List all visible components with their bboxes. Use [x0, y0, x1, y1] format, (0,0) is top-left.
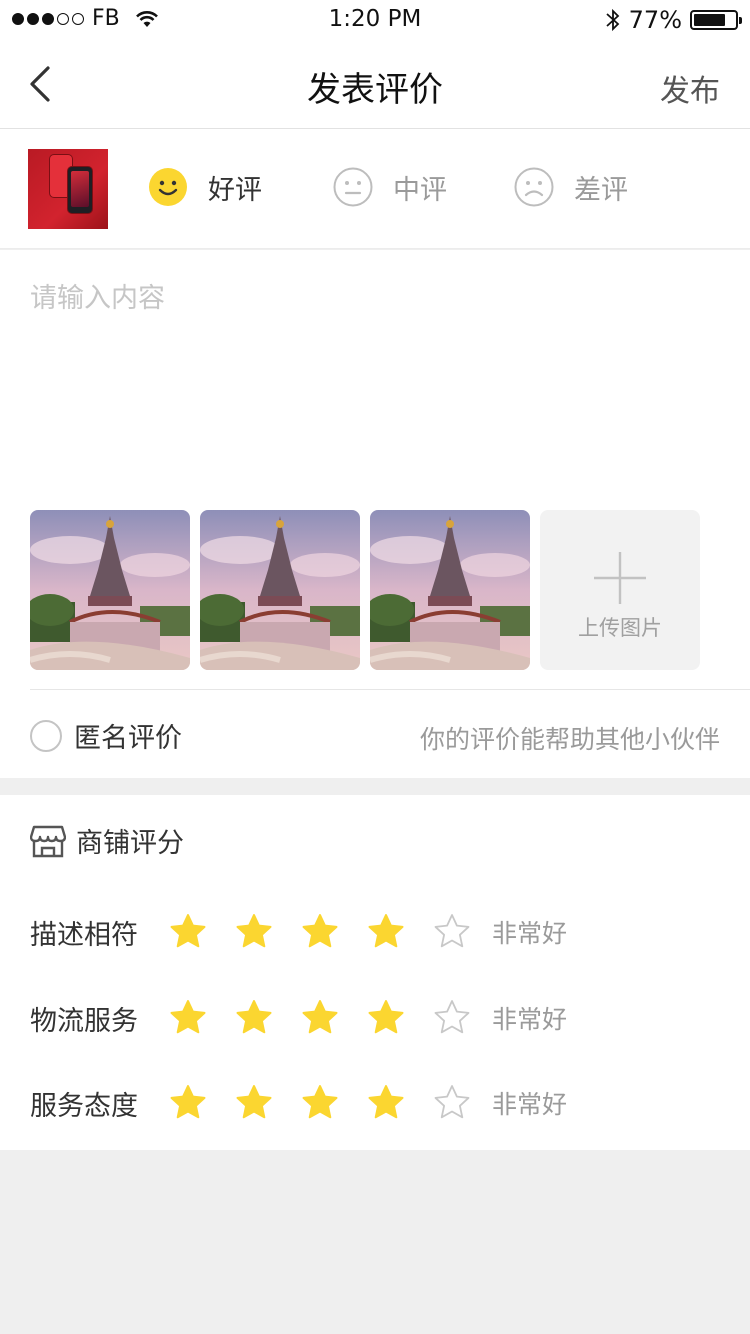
- shop-score-title: 商铺评分: [76, 828, 184, 859]
- star-rating[interactable]: [168, 1083, 472, 1123]
- anonymous-hint: 你的评价能帮助其他小伙伴: [419, 725, 720, 754]
- battery-level: [694, 14, 725, 26]
- nav-bar: 发表评价 发布: [0, 40, 750, 129]
- shop-score-section: 商铺评分 描述相符 非常好 物流服务 非常好 服务态度 非常好: [0, 795, 750, 1150]
- anonymous-radio[interactable]: [30, 719, 62, 752]
- score-row-service: 服务态度 非常好: [30, 1083, 567, 1123]
- star-filled-icon[interactable]: [168, 912, 208, 952]
- photo-list: 上传图片: [30, 510, 700, 670]
- star-filled-icon[interactable]: [234, 912, 274, 952]
- score-label: 描述相符: [30, 919, 138, 951]
- score-row-description: 描述相符 非常好: [30, 912, 567, 952]
- smile-icon: [149, 168, 187, 206]
- star-rating[interactable]: [168, 912, 472, 952]
- pagoda-photo-image: [370, 510, 530, 670]
- star-filled-icon[interactable]: [366, 912, 406, 952]
- star-filled-icon[interactable]: [300, 1083, 340, 1123]
- score-label: 物流服务: [30, 1005, 138, 1037]
- bluetooth-icon: [606, 8, 619, 32]
- pagoda-photo-image: [30, 510, 190, 670]
- rating-bad-label: 差评: [574, 174, 628, 206]
- review-content-section: 上传图片 匿名评价 你的评价能帮助其他小伙伴: [0, 250, 750, 778]
- rating-bad-option[interactable]: 差评: [514, 167, 628, 207]
- upload-photo-button[interactable]: 上传图片: [540, 510, 700, 670]
- product-thumbnail: [28, 149, 108, 229]
- star-filled-icon[interactable]: [366, 1083, 406, 1123]
- star-filled-icon[interactable]: [168, 998, 208, 1038]
- battery-percent: 77%: [628, 6, 682, 34]
- neutral-face-icon: [333, 167, 373, 207]
- star-filled-icon[interactable]: [234, 1083, 274, 1123]
- upload-photo-label: 上传图片: [578, 616, 662, 640]
- score-row-logistics: 物流服务 非常好: [30, 998, 567, 1038]
- publish-button[interactable]: 发布: [660, 66, 720, 110]
- score-label: 服务态度: [30, 1090, 138, 1122]
- sad-face-icon: [514, 167, 554, 207]
- uploaded-photo[interactable]: [200, 510, 360, 670]
- anonymous-toggle[interactable]: 匿名评价: [30, 716, 182, 755]
- pagoda-photo-image: [200, 510, 360, 670]
- rating-row: 好评 中评 差评: [0, 129, 750, 249]
- anonymous-label: 匿名评价: [74, 723, 182, 754]
- star-filled-icon[interactable]: [300, 998, 340, 1038]
- rating-mid-option[interactable]: 中评: [333, 167, 447, 207]
- shop-score-header: 商铺评分: [30, 821, 184, 860]
- star-filled-icon[interactable]: [234, 998, 274, 1038]
- rating-good-option[interactable]: 好评: [148, 167, 262, 207]
- page-title: 发表评价: [307, 70, 443, 110]
- star-rating[interactable]: [168, 998, 472, 1038]
- review-text-input[interactable]: [30, 276, 720, 476]
- rating-good-label: 好评: [208, 174, 262, 206]
- score-text: 非常好: [492, 919, 568, 948]
- score-text: 非常好: [492, 1005, 568, 1034]
- divider: [30, 689, 750, 690]
- score-text: 非常好: [492, 1090, 568, 1119]
- uploaded-photo[interactable]: [30, 510, 190, 670]
- plus-icon: [594, 552, 646, 604]
- star-empty-icon[interactable]: [432, 912, 472, 952]
- status-right: 77%: [605, 6, 742, 34]
- shop-icon: [30, 825, 66, 857]
- star-filled-icon[interactable]: [366, 998, 406, 1038]
- rating-mid-label: 中评: [393, 174, 447, 206]
- star-empty-icon[interactable]: [432, 1083, 472, 1123]
- star-filled-icon[interactable]: [300, 912, 340, 952]
- star-empty-icon[interactable]: [432, 998, 472, 1038]
- battery-icon: [690, 10, 742, 30]
- status-bar: FB 1:20 PM 77%: [0, 0, 750, 40]
- uploaded-photo[interactable]: [370, 510, 530, 670]
- star-filled-icon[interactable]: [168, 1083, 208, 1123]
